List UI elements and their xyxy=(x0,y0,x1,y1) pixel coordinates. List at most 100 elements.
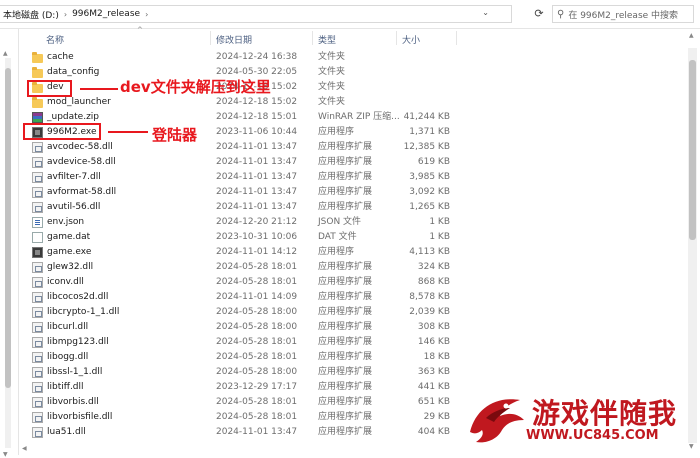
dll-icon xyxy=(32,427,43,438)
column-name[interactable]: 名称 xyxy=(46,33,64,46)
file-date: 2024-11-01 13:47 xyxy=(216,427,298,437)
file-size: 404 KB xyxy=(417,427,450,437)
file-size: 651 KB xyxy=(417,397,450,407)
file-size: 2,039 KB xyxy=(409,307,450,317)
scroll-left-icon[interactable]: ◀ xyxy=(22,445,27,452)
breadcrumb-drive[interactable]: 本地磁盘 (D:) xyxy=(0,8,62,21)
file-date: 2024-11-01 13:47 xyxy=(216,172,298,182)
file-date: 2024-05-28 18:01 xyxy=(216,262,298,272)
file-row[interactable]: cache 2024-12-24 16:38 文件夹 xyxy=(20,50,685,65)
file-date: 2024-05-28 18:00 xyxy=(216,322,298,332)
file-type: 应用程序扩展 xyxy=(318,277,373,287)
breadcrumb-folder[interactable]: 996M2_release xyxy=(69,9,143,19)
file-size: 3,985 KB xyxy=(409,172,450,182)
scroll-up-icon[interactable]: ▲ xyxy=(3,50,8,57)
file-row[interactable]: libcrypto-1_1.dll 2024-05-28 18:00 应用程序扩展 2… xyxy=(20,305,685,320)
file-name: libtiff.dll xyxy=(47,382,84,392)
scrollbar-thumb[interactable] xyxy=(689,60,696,240)
file-date: 2024-05-28 18:01 xyxy=(216,337,298,347)
file-row[interactable]: libcocos2d.dll 2024-11-01 14:09 应用程序扩展 8,57… xyxy=(20,290,685,305)
file-row[interactable]: glew32.dll 2024-05-28 18:01 应用程序扩展 324 KB xyxy=(20,260,685,275)
scroll-up-icon[interactable]: ▲ xyxy=(689,32,694,39)
dll-icon xyxy=(32,262,43,273)
dll-icon xyxy=(32,202,43,213)
dll-icon xyxy=(32,307,43,318)
file-date: 2024-11-01 14:09 xyxy=(216,292,298,302)
breadcrumb[interactable]: 本地磁盘 (D:) › 996M2_release › ⌄ xyxy=(0,5,512,23)
dragon-logo-icon xyxy=(470,399,524,443)
file-type: 应用程序扩展 xyxy=(318,367,373,377)
file-size: 146 KB xyxy=(417,337,450,347)
file-row[interactable]: avcodec-58.dll 2024-11-01 13:47 应用程序扩展 12,3… xyxy=(20,140,685,155)
column-divider[interactable] xyxy=(312,31,313,45)
file-row[interactable]: avformat-58.dll 2024-11-01 13:47 应用程序扩展 3,0… xyxy=(20,185,685,200)
refresh-icon[interactable]: ⟳ xyxy=(530,5,548,23)
file-row[interactable]: avutil-56.dll 2024-11-01 13:47 应用程序扩展 1,265… xyxy=(20,200,685,215)
file-date: 2024-12-24 16:38 xyxy=(216,52,298,62)
file-date: 2024-05-28 18:00 xyxy=(216,307,298,317)
file-type: 应用程序扩展 xyxy=(318,427,373,437)
file-row[interactable]: iconv.dll 2024-05-28 18:01 应用程序扩展 868 KB xyxy=(20,275,685,290)
file-row[interactable]: libmpg123.dll 2024-05-28 18:01 应用程序扩展 146 K… xyxy=(20,335,685,350)
file-type: 应用程序扩展 xyxy=(318,187,373,197)
file-type: 应用程序扩展 xyxy=(318,172,373,182)
file-type: DAT 文件 xyxy=(318,232,357,242)
nav-scrollbar-thumb[interactable] xyxy=(5,68,11,388)
chevron-down-icon[interactable]: ⌄ xyxy=(482,8,489,17)
file-type: 文件夹 xyxy=(318,97,346,107)
file-name: game.exe xyxy=(47,247,92,257)
file-size: 3,092 KB xyxy=(409,187,450,197)
column-divider[interactable] xyxy=(210,31,211,45)
chevron-right-icon[interactable]: › xyxy=(143,10,150,19)
file-date: 2024-12-18 15:01 xyxy=(216,112,298,122)
search-placeholder: 在 996M2_release 中搜索 xyxy=(568,10,679,21)
file-row[interactable]: libcurl.dll 2024-05-28 18:00 应用程序扩展 308 KB xyxy=(20,320,685,335)
file-size: 1 KB xyxy=(429,217,450,227)
file-name: libvorbisfile.dll xyxy=(47,412,113,422)
chevron-right-icon[interactable]: › xyxy=(62,10,69,19)
file-name: glew32.dll xyxy=(47,262,94,272)
column-type[interactable]: 类型 xyxy=(318,33,336,46)
file-row[interactable]: libogg.dll 2024-05-28 18:01 应用程序扩展 18 KB xyxy=(20,350,685,365)
folder-icon xyxy=(32,52,43,63)
file-list: cache 2024-12-24 16:38 文件夹 data_config 2024-… xyxy=(20,50,685,440)
file-date: 2023-12-29 17:17 xyxy=(216,382,298,392)
file-name: avdevice-58.dll xyxy=(47,157,116,167)
file-row[interactable]: libssl-1_1.dll 2024-05-28 18:00 应用程序扩展 363 … xyxy=(20,365,685,380)
file-row[interactable]: avdevice-58.dll 2024-11-01 13:47 应用程序扩展 619… xyxy=(20,155,685,170)
file-row[interactable]: game.dat 2023-10-31 10:06 DAT 文件 1 KB xyxy=(20,230,685,245)
file-date: 2024-12-20 21:12 xyxy=(216,217,298,227)
file-size: 29 KB xyxy=(423,412,450,422)
app-icon xyxy=(32,247,43,258)
file-size: 1,265 KB xyxy=(409,202,450,212)
file-type: 应用程序扩展 xyxy=(318,202,373,212)
file-size: 41,244 KB xyxy=(403,112,450,122)
dll-icon xyxy=(32,352,43,363)
dll-icon xyxy=(32,292,43,303)
column-date[interactable]: 修改日期 xyxy=(216,33,252,46)
file-row[interactable]: game.exe 2024-11-01 14:12 应用程序 4,113 KB xyxy=(20,245,685,260)
file-date: 2024-11-01 13:47 xyxy=(216,187,298,197)
file-date: 2024-11-01 14:12 xyxy=(216,247,298,257)
file-type: 文件夹 xyxy=(318,52,346,62)
dev-highlight-box xyxy=(27,80,72,97)
file-row[interactable]: env.json 2024-12-20 21:12 JSON 文件 1 KB xyxy=(20,215,685,230)
column-divider[interactable] xyxy=(396,31,397,45)
file-name: libssl-1_1.dll xyxy=(47,367,103,377)
file-row[interactable]: mod_launcher 2024-12-18 15:02 文件夹 xyxy=(20,95,685,110)
column-divider[interactable] xyxy=(456,31,457,45)
file-name: avfilter-7.dll xyxy=(47,172,101,182)
watermark-text: 游戏伴随我 xyxy=(532,397,678,430)
file-name: libvorbis.dll xyxy=(47,397,99,407)
file-row[interactable]: avfilter-7.dll 2024-11-01 13:47 应用程序扩展 3,98… xyxy=(20,170,685,185)
search-input[interactable]: ⚲ 在 996M2_release 中搜索 xyxy=(552,5,694,23)
column-size[interactable]: 大小 xyxy=(402,33,420,46)
dat-icon xyxy=(32,232,43,243)
file-row[interactable]: _update.zip 2024-12-18 15:01 WinRAR ZIP 压缩… xyxy=(20,110,685,125)
dev-arrow-line xyxy=(80,88,118,90)
file-type: 文件夹 xyxy=(318,82,346,92)
launcher-note: 登陆器 xyxy=(152,126,198,144)
file-size: 1 KB xyxy=(429,232,450,242)
search-icon: ⚲ xyxy=(557,8,565,20)
json-icon xyxy=(32,217,43,228)
